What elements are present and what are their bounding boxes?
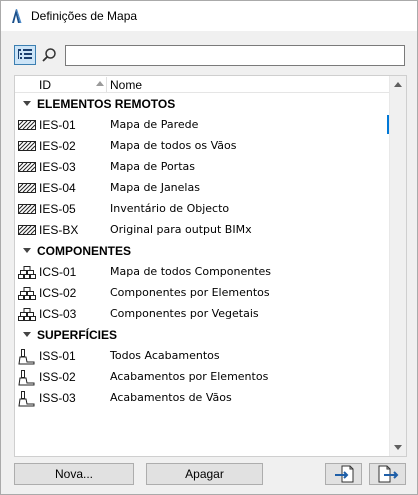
item-id: ISS-01 (39, 349, 76, 363)
item-id: IES-02 (39, 139, 76, 153)
group-row[interactable]: COMPONENTES (15, 240, 390, 261)
item-name: Original para output BIMx (110, 223, 252, 236)
import-icon (334, 465, 353, 483)
new-button[interactable]: Nova... (14, 463, 134, 485)
paint-brush-icon (18, 370, 36, 386)
item-id: IES-05 (39, 202, 76, 216)
list-item[interactable]: IES-04 Mapa de Janelas (15, 177, 390, 198)
search-icon (42, 48, 56, 62)
column-header-name[interactable]: Nome (110, 78, 142, 92)
item-id: IES-03 (39, 160, 76, 174)
item-id: ISS-02 (39, 370, 76, 384)
column-divider[interactable] (106, 77, 107, 92)
export-icon (378, 465, 398, 483)
hatch-icon (18, 139, 36, 153)
item-name-cell[interactable]: Mapa de Portas (106, 157, 389, 176)
map-definitions-list: ID Nome ELEMENTOS REMOTOS IES-01 Mapa de P… (14, 75, 407, 457)
item-id: IES-BX (39, 223, 79, 237)
group-row[interactable]: SUPERFÍCIES (15, 324, 390, 345)
item-id: ICS-02 (39, 286, 77, 300)
item-name-cell[interactable]: Original para output BIMx (106, 220, 389, 239)
item-name: Componentes por Elementos (110, 286, 270, 299)
title-bar: Definições de Mapa (1, 1, 417, 31)
item-name: Inventário de Objecto (110, 202, 230, 215)
list-item[interactable]: IES-03 Mapa de Portas (15, 156, 390, 177)
window-title: Definições de Mapa (31, 9, 138, 23)
item-name: Mapa de Parede (110, 118, 199, 131)
hatch-icon (18, 181, 36, 195)
paint-brush-icon (18, 391, 36, 407)
item-id: ISS-03 (39, 391, 76, 405)
list-item[interactable]: IES-02 Mapa de todos os Vãos (15, 135, 390, 156)
collapse-arrow-icon[interactable] (23, 332, 31, 337)
item-id: IES-04 (39, 181, 76, 195)
item-name: Todos Acabamentos (110, 349, 220, 362)
list-item[interactable]: ICS-03 Componentes por Vegetais (15, 303, 390, 324)
list-view-toggle-button[interactable] (14, 45, 36, 65)
tree-list-icon (18, 49, 32, 59)
search-input[interactable] (65, 45, 405, 66)
list-item[interactable]: IES-05 Inventário de Objecto (15, 198, 390, 219)
hatch-icon (18, 160, 36, 174)
item-name-cell[interactable]: Inventário de Objecto (106, 199, 389, 218)
item-name: Mapa de todos os Vãos (110, 139, 237, 152)
collapse-arrow-icon[interactable] (23, 248, 31, 253)
group-label: SUPERFÍCIES (37, 328, 118, 342)
app-logo-icon (12, 9, 22, 23)
item-name-cell[interactable]: Mapa de Parede (106, 115, 389, 134)
group-label: ELEMENTOS REMOTOS (37, 97, 176, 111)
item-name-cell[interactable]: Componentes por Elementos (106, 283, 389, 302)
hatch-icon (18, 118, 36, 132)
item-id: ICS-01 (39, 265, 77, 279)
item-name-cell[interactable]: Componentes por Vegetais (106, 304, 389, 323)
scroll-up-icon[interactable] (394, 82, 402, 87)
group-label: COMPONENTES (37, 244, 132, 258)
collapse-arrow-icon[interactable] (23, 101, 31, 106)
list-item[interactable]: ICS-01 Mapa de todos Componentes (15, 261, 390, 282)
sort-ascending-icon (96, 81, 104, 86)
hatch-icon (18, 223, 36, 237)
item-name-cell[interactable]: Acabamentos de Vãos (106, 388, 389, 407)
column-header-id[interactable]: ID (39, 78, 51, 92)
list-item[interactable]: ISS-03 Acabamentos de Vãos (15, 387, 390, 408)
item-id: IES-01 (39, 118, 76, 132)
item-name-cell[interactable]: Mapa de Janelas (106, 178, 389, 197)
item-name: Componentes por Vegetais (110, 307, 259, 320)
item-name: Acabamentos de Vãos (110, 391, 232, 404)
list-item[interactable]: IES-01 Mapa de Parede (15, 114, 390, 135)
paint-brush-icon (18, 349, 36, 365)
item-name-cell[interactable]: Mapa de todos os Vãos (106, 136, 389, 155)
hatch-icon (18, 202, 36, 216)
group-row[interactable]: ELEMENTOS REMOTOS (15, 93, 390, 114)
list-item[interactable]: IES-BX Original para output BIMx (15, 219, 390, 240)
scroll-down-icon[interactable] (394, 445, 402, 450)
item-name: Mapa de Janelas (110, 181, 200, 194)
bricks-icon (18, 307, 36, 321)
item-name-cell[interactable]: Acabamentos por Elementos (106, 367, 389, 386)
list-header: ID Nome (15, 76, 390, 93)
item-name: Acabamentos por Elementos (110, 370, 269, 383)
item-name: Mapa de Portas (110, 160, 195, 173)
item-name-cell[interactable]: Mapa de todos Componentes (106, 262, 389, 281)
item-name: Mapa de todos Componentes (110, 265, 272, 278)
item-name-cell[interactable]: Todos Acabamentos (106, 346, 389, 365)
item-id: ICS-03 (39, 307, 77, 321)
export-button[interactable] (369, 463, 406, 485)
dialog-window: Definições de Mapa ID Nome ELEMENTOS REM… (0, 0, 418, 495)
list-item[interactable]: ISS-02 Acabamentos por Elementos (15, 366, 390, 387)
bricks-icon (18, 286, 36, 300)
import-button[interactable] (325, 463, 362, 485)
list-item[interactable]: ISS-01 Todos Acabamentos (15, 345, 390, 366)
list-item[interactable]: ICS-02 Componentes por Elementos (15, 282, 390, 303)
delete-button[interactable]: Apagar (146, 463, 263, 485)
vertical-scrollbar[interactable] (389, 76, 406, 456)
bricks-icon (18, 265, 36, 279)
